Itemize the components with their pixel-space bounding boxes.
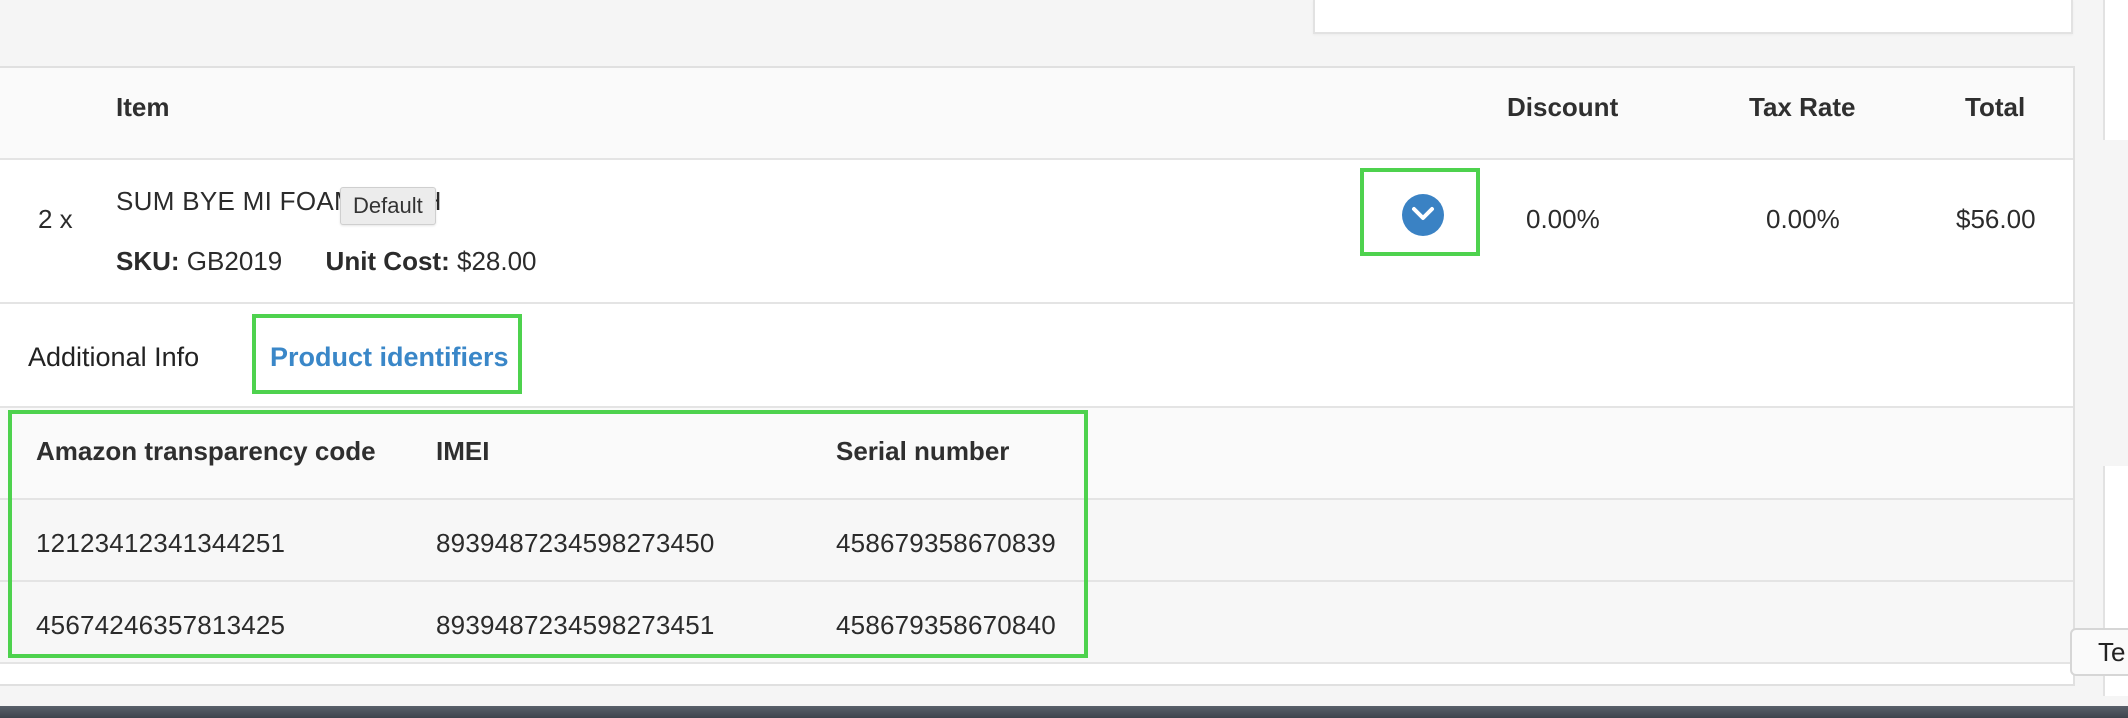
expand-item-button[interactable] bbox=[1360, 168, 1480, 256]
column-header-total: Total bbox=[1965, 92, 2026, 122]
top-card bbox=[1313, 0, 2073, 34]
column-header-item: Item bbox=[116, 92, 170, 122]
column-header-discount: Discount bbox=[1507, 92, 1619, 122]
tab-product-identifiers[interactable]: Product identifiers bbox=[270, 342, 509, 373]
tab-additional-info[interactable]: Additional Info bbox=[28, 342, 199, 373]
item-quantity: 2 x bbox=[38, 204, 73, 234]
table-row bbox=[0, 160, 2073, 304]
item-discount: 0.00% bbox=[1526, 204, 1600, 234]
identifiers-table-highlight bbox=[8, 410, 1088, 658]
item-tax-rate: 0.00% bbox=[1766, 204, 1840, 234]
sku-value: GB2019 bbox=[186, 246, 283, 276]
item-total: $56.00 bbox=[1956, 204, 2036, 234]
side-button[interactable]: Te bbox=[2070, 628, 2128, 676]
column-header-tax-rate: Tax Rate bbox=[1749, 92, 1856, 122]
sku-label: SKU: bbox=[116, 246, 180, 276]
side-panel-edge bbox=[2103, 0, 2128, 140]
sku-line: SKU: GB2019 Unit Cost: $28.00 bbox=[116, 246, 537, 277]
window-bottom-edge bbox=[0, 706, 2128, 718]
chevron-down-circle-icon[interactable] bbox=[1402, 194, 1444, 236]
unit-cost-value: $28.00 bbox=[456, 246, 537, 276]
tooltip: Default bbox=[340, 187, 436, 225]
unit-cost-label: Unit Cost: bbox=[325, 246, 450, 276]
